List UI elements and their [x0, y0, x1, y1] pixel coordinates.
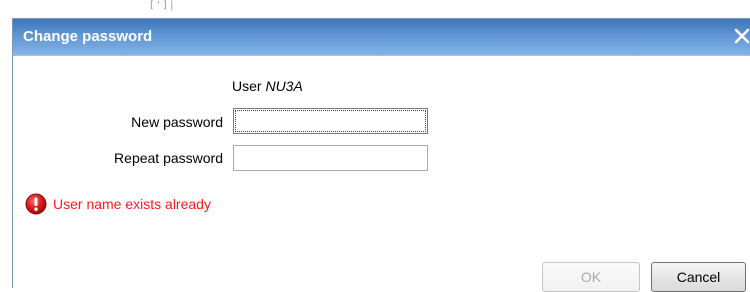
- dialog-content: User NU3A New password Repeat password U…: [13, 56, 750, 292]
- dialog-title: Change password: [23, 28, 153, 45]
- error-message: User name exists already: [53, 196, 211, 212]
- change-password-dialog: Change password User NU3A New password R…: [12, 18, 750, 292]
- user-info: User NU3A: [232, 78, 303, 94]
- cancel-button[interactable]: Cancel: [651, 262, 746, 292]
- repeat-password-label: Repeat password: [114, 150, 223, 166]
- user-prefix-label: User: [232, 78, 262, 94]
- error-icon: [25, 193, 47, 215]
- background-window-fragment: [ ' ] |: [150, 0, 174, 11]
- repeat-password-field[interactable]: [233, 145, 428, 171]
- new-password-label: New password: [131, 114, 223, 130]
- dialog-titlebar[interactable]: Change password: [13, 19, 750, 56]
- new-password-field[interactable]: [233, 108, 428, 134]
- close-icon[interactable]: [731, 25, 750, 47]
- ok-button[interactable]: OK: [542, 262, 640, 292]
- user-name: NU3A: [265, 78, 303, 94]
